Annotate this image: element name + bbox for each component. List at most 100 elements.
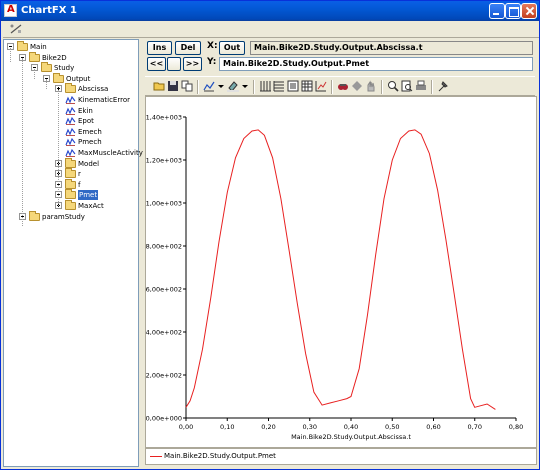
out-button[interactable]: Out [219,41,245,55]
tree-connector [46,79,47,89]
folder-icon [65,200,76,210]
color-dropdown-icon[interactable] [241,80,249,92]
legend-label: Main.Bike2D.Study.Output.Pmet [164,452,276,460]
axis-settings-icon[interactable] [315,80,327,92]
legend-swatch [150,456,162,457]
print-preview-icon[interactable] [401,80,413,92]
toolbar-separator [197,80,199,94]
toolbar-separator [331,80,333,94]
tree-connector [58,90,59,206]
chart-area[interactable]: 0,00e+000 2,00e+002 4,00e+002 6,00e+002 8,00… [145,96,537,448]
x-axis-label: X: [207,41,218,51]
window-title: ChartFX 1 [21,5,77,16]
chart-panel: Ins Del X: Out Main.Bike2D.Study.Output.… [143,39,539,467]
open-icon[interactable] [153,80,165,92]
chartfx-window: ChartFX 1 Main Bike2D StudyOutput Abscissa K… [0,0,540,470]
tree-item-label: Study [54,64,75,73]
folder-icon [65,178,76,189]
maximize-button[interactable] [505,3,521,19]
close-button[interactable] [521,3,537,19]
minimize-button[interactable] [489,3,505,19]
signal-icon [65,96,76,104]
x-tick-label: 0,80 [509,423,523,431]
tree-panel[interactable]: Main Bike2D Study Output Abscissa KinematicEr… [3,39,143,467]
y-tick-label: 1,40e+003 [146,114,182,122]
tree-tool-icon[interactable] [9,23,23,35]
tree-item-label: Output [66,74,91,83]
print-icon[interactable] [415,80,427,92]
color-icon[interactable] [227,80,239,92]
tree-item-label: Pmech [78,138,102,147]
del-button[interactable]: Del [175,41,201,55]
tree-item-label: Bike2D [42,53,67,62]
tree-item-label: Model [78,159,100,168]
signal-icon [65,127,76,136]
tree-connector [10,48,11,62]
blank-button[interactable] [167,57,181,71]
copy-icon[interactable] [181,80,193,92]
x-tick-label: 0,70 [468,423,482,431]
legend: Main.Bike2D.Study.Output.Pmet [145,448,537,465]
x-tick-label: 0,10 [220,423,234,431]
tree-item-label: Main [30,43,47,51]
tools-icon[interactable] [437,80,449,92]
gallery-dropdown-icon[interactable] [217,80,225,92]
tree-item-label: Abscissa [78,85,109,94]
folder-icon [65,168,76,179]
toolbar-separator [381,80,383,94]
x-tick-label: 0,40 [344,423,358,431]
y-tick-label: 0,00e+000 [146,415,182,423]
x-tick-label: 0,30 [303,423,317,431]
tree-item-label: f [78,180,81,189]
save-icon[interactable] [167,80,179,92]
tree-connector [34,69,35,79]
signal-icon [65,117,76,126]
y-axis-label: Y: [207,57,217,67]
toolbar-separator [253,80,255,94]
ins-button[interactable]: Ins [147,41,172,55]
folder-icon [29,51,40,62]
folder-icon [29,210,40,221]
folder-icon [53,72,64,83]
horizontal-grid-icon[interactable] [273,80,285,92]
data-grid-icon[interactable] [301,80,313,92]
signal-icon [65,149,76,157]
tree-item-label: paramStudy [42,212,85,221]
x-tick-label: 0,50 [385,423,399,431]
y-tick-label: 2,00e+002 [146,372,182,380]
y-tick-label: 6,00e+002 [146,286,182,294]
folder-icon [65,83,76,94]
signal-icon [65,106,76,115]
chart-toolbar [145,76,535,96]
folder-icon [65,189,76,200]
y-tick-label: 4,00e+002 [146,329,182,337]
prev-button[interactable]: << [147,57,166,71]
x-axis-title: Main.Bike2D.Study.Output.Abscissa.t [291,433,411,441]
line-chart[interactable]: 0,00e+000 2,00e+002 4,00e+002 6,00e+002 8,00… [146,97,538,449]
top-toolbar [3,21,539,38]
tree-item-label: Emech [78,127,102,136]
vertical-grid-icon[interactable] [259,80,271,92]
y-axis-field[interactable]: Main.Bike2D.Study.Output.Pmet [219,57,533,71]
folder-icon [41,62,52,73]
tree-item-label: MaxMuscleActivity [78,149,143,157]
rotate-icon[interactable] [351,80,363,92]
3d-icon[interactable] [337,80,349,92]
y-tick-label: 1,00e+003 [146,200,182,208]
signal-icon [65,138,76,147]
series-line-pmet[interactable] [185,129,496,410]
pan-icon[interactable] [365,80,377,92]
x-tick-label: 0,20 [261,423,275,431]
tree-item-label: MaxAct [78,202,104,210]
title-bar[interactable]: ChartFX 1 [1,1,539,21]
tree-item-label: r [78,170,81,179]
tree-item-label: Pmet [78,190,99,201]
legend-icon[interactable] [287,80,299,92]
gallery-icon[interactable] [203,80,215,92]
folder-icon [65,157,76,168]
x-tick-label: 0,60 [426,423,440,431]
tree-connector [22,58,23,226]
next-button[interactable]: >> [183,57,202,71]
zoom-icon[interactable] [387,80,399,92]
x-axis-field[interactable]: Main.Bike2D.Study.Output.Abscissa.t [250,41,533,55]
